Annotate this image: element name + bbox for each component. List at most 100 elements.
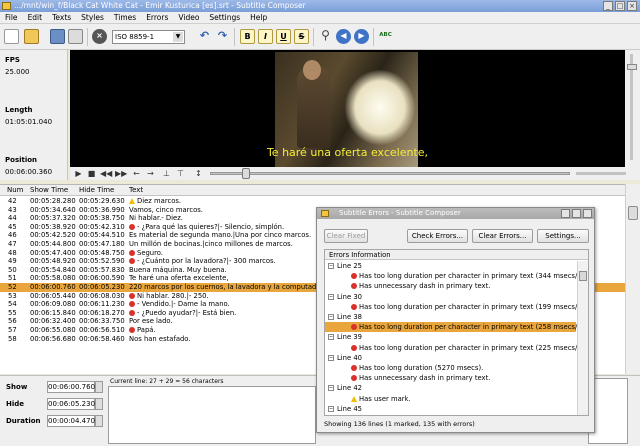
find-icon[interactable]: ⚲ bbox=[318, 29, 333, 44]
menu-errors[interactable]: Errors bbox=[141, 12, 173, 23]
previous-error-icon[interactable]: ◀ bbox=[336, 29, 351, 44]
error-item[interactable]: Has too long duration per character in p… bbox=[325, 322, 588, 333]
collapse-icon[interactable]: − bbox=[328, 385, 334, 392]
show-time-field[interactable]: 00:06:00.760 bbox=[47, 381, 95, 393]
scroll-thumb[interactable] bbox=[628, 206, 638, 220]
strikethrough-button[interactable]: S bbox=[294, 29, 309, 44]
dialog-close-button[interactable] bbox=[583, 209, 592, 218]
row-text-cell: Diez marcos. bbox=[129, 197, 181, 206]
collapse-icon[interactable]: − bbox=[328, 263, 334, 269]
redo-icon[interactable]: ↷ bbox=[215, 29, 230, 44]
collapse-icon[interactable]: − bbox=[328, 334, 334, 341]
close-button[interactable]: × bbox=[627, 1, 637, 11]
open-folder-icon[interactable] bbox=[24, 29, 39, 44]
error-text: Line 25 bbox=[337, 262, 362, 270]
row-hide-time: 00:05:48.750 bbox=[79, 248, 125, 257]
column-hide-time[interactable]: Hide Time bbox=[79, 185, 114, 196]
collapse-icon[interactable]: − bbox=[328, 405, 334, 412]
set-hide-time-icon[interactable]: ⊤ bbox=[176, 169, 185, 178]
settings-button[interactable]: Settings... bbox=[537, 229, 589, 243]
row-number: 49 bbox=[8, 257, 17, 266]
sync-icon[interactable]: ↕ bbox=[194, 169, 203, 178]
errors-scrollbar[interactable] bbox=[577, 261, 588, 415]
save-as-icon[interactable] bbox=[68, 29, 83, 44]
error-item[interactable]: Has unnecessary dash in primary text. bbox=[325, 281, 576, 291]
clear-fixed-button[interactable]: Clear Fixed bbox=[324, 229, 368, 243]
menu-texts[interactable]: Texts bbox=[47, 12, 76, 23]
save-icon[interactable] bbox=[50, 29, 65, 44]
video-player[interactable]: Te haré una oferta excelente, bbox=[70, 50, 625, 167]
scroll-thumb[interactable] bbox=[579, 271, 587, 281]
error-line-node[interactable]: − Line 25 bbox=[325, 261, 576, 271]
maximize-button[interactable]: □ bbox=[615, 1, 625, 11]
hide-time-field[interactable]: 00:06:05.230 bbox=[47, 398, 95, 410]
collapse-icon[interactable]: − bbox=[328, 293, 334, 300]
dialog-minimize-button[interactable] bbox=[561, 209, 570, 218]
encoding-select[interactable]: ISO 8859-1 ▼ bbox=[112, 30, 185, 44]
error-icon bbox=[351, 344, 357, 351]
error-line-node[interactable]: − Line 39 bbox=[325, 332, 576, 342]
error-line-node[interactable]: − Line 40 bbox=[325, 353, 576, 363]
length-label: Length bbox=[5, 106, 33, 114]
play-icon[interactable]: ▶ bbox=[74, 169, 83, 178]
row-number: 54 bbox=[8, 300, 17, 309]
new-file-icon[interactable] bbox=[4, 29, 19, 44]
row-hide-time: 00:06:11.230 bbox=[79, 300, 125, 309]
subtitle-errors-dialog: Subtitle Errors - Subtitle Composer Clea… bbox=[316, 207, 595, 433]
collapse-icon[interactable]: − bbox=[328, 314, 334, 320]
error-item[interactable]: Has too long duration per character in p… bbox=[325, 343, 588, 353]
menu-times[interactable]: Times bbox=[109, 12, 141, 23]
set-show-time-icon[interactable]: ⊥ bbox=[162, 169, 171, 178]
table-row[interactable]: 42 00:05:28.280 00:05:29.630 Diez marcos. bbox=[0, 197, 625, 206]
row-show-time: 00:05:44.800 bbox=[30, 240, 76, 248]
next-error-icon[interactable]: ▶ bbox=[354, 29, 369, 44]
close-file-icon[interactable]: × bbox=[92, 29, 107, 44]
error-item[interactable]: Has user mark. bbox=[325, 394, 576, 404]
error-line-node[interactable]: − Line 38 bbox=[325, 312, 576, 322]
volume-slider-vertical[interactable] bbox=[625, 50, 640, 167]
undo-icon[interactable]: ↶ bbox=[197, 29, 212, 44]
spell-check-button[interactable]: ABC bbox=[378, 29, 393, 44]
show-time-spinner[interactable] bbox=[95, 381, 103, 393]
collapse-icon[interactable]: − bbox=[328, 354, 334, 361]
seek-back-icon[interactable]: ◀◀ bbox=[100, 169, 112, 178]
underline-button[interactable]: U bbox=[276, 29, 291, 44]
menu-video[interactable]: Video bbox=[173, 12, 204, 23]
menu-styles[interactable]: Styles bbox=[76, 12, 109, 23]
row-text: Vamos, cinco marcos. bbox=[129, 205, 203, 214]
bold-button[interactable]: B bbox=[240, 29, 255, 44]
error-item[interactable]: Has too long duration per character in p… bbox=[325, 271, 588, 281]
seek-handle[interactable] bbox=[242, 168, 250, 179]
minimize-button[interactable]: _ bbox=[603, 1, 613, 11]
error-line-node[interactable]: − Line 42 bbox=[325, 383, 576, 393]
column-num[interactable]: Num bbox=[7, 185, 24, 196]
column-text[interactable]: Text bbox=[129, 185, 143, 196]
error-line-node[interactable]: − Line 30 bbox=[325, 292, 576, 302]
stop-icon[interactable]: ■ bbox=[87, 169, 96, 178]
seek-bar[interactable] bbox=[210, 172, 570, 175]
seek-forward-icon[interactable]: ▶▶ bbox=[115, 169, 127, 178]
error-item[interactable]: Has too long duration (5270 msecs). bbox=[325, 363, 576, 373]
subtitle-text-editor[interactable] bbox=[108, 386, 316, 444]
error-line-node[interactable]: − Line 45 bbox=[325, 404, 576, 414]
previous-line-icon[interactable]: ← bbox=[132, 169, 141, 178]
check-errors-button[interactable]: Check Errors... bbox=[407, 229, 468, 243]
row-text-cell: Te haré una oferta excelente, bbox=[129, 274, 229, 283]
dialog-maximize-button[interactable] bbox=[572, 209, 581, 218]
error-item[interactable]: Has unnecessary dash in primary text. bbox=[325, 373, 576, 383]
duration-field[interactable]: 00:00:04.470 bbox=[47, 415, 95, 427]
clear-errors-button[interactable]: Clear Errors... bbox=[472, 229, 533, 243]
table-scrollbar[interactable] bbox=[625, 184, 640, 374]
menu-file[interactable]: File bbox=[0, 12, 23, 23]
row-text-cell: Un millón de bocinas.|cinco millones de … bbox=[129, 240, 293, 249]
menu-edit[interactable]: Edit bbox=[23, 12, 48, 23]
error-item[interactable]: Has too long duration per character in p… bbox=[325, 302, 588, 312]
menu-help[interactable]: Help bbox=[245, 12, 272, 23]
hide-time-spinner[interactable] bbox=[95, 398, 103, 410]
next-line-icon[interactable]: → bbox=[146, 169, 155, 178]
duration-spinner[interactable] bbox=[95, 415, 103, 427]
volume-track[interactable] bbox=[576, 172, 626, 175]
menu-settings[interactable]: Settings bbox=[204, 12, 245, 23]
column-show-time[interactable]: Show Time bbox=[30, 185, 68, 196]
italic-button[interactable]: I bbox=[258, 29, 273, 44]
